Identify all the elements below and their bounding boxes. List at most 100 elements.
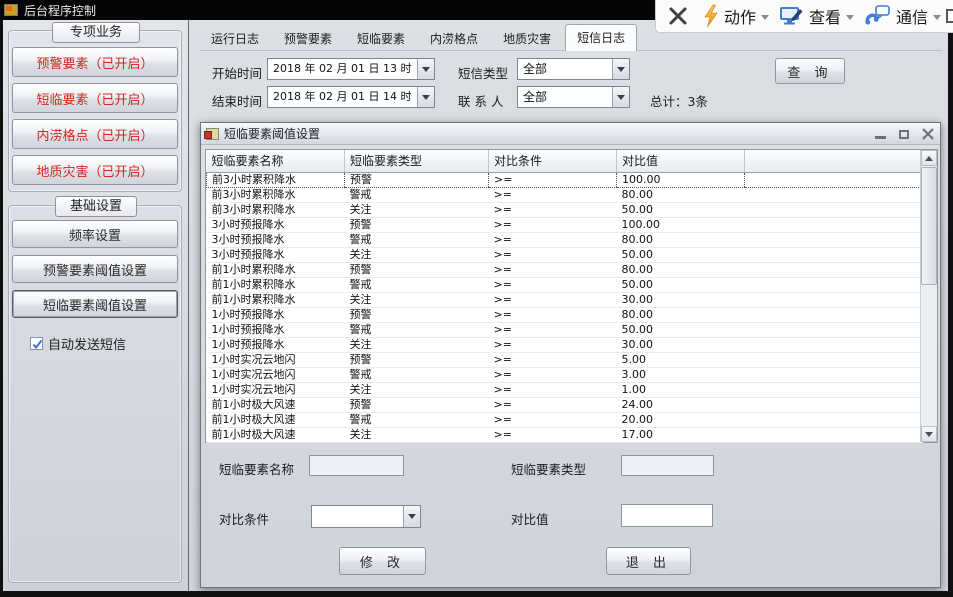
tab-run-log[interactable]: 运行日志: [200, 28, 270, 50]
edit-type-field[interactable]: [621, 455, 714, 476]
btn-warning-elements-status[interactable]: 预警要素（已开启）: [12, 47, 178, 77]
table-cell: >=: [489, 307, 617, 322]
dialog-form-icon: [206, 128, 219, 140]
table-row[interactable]: 3小时预报降水关注>=50.00: [207, 247, 923, 262]
auto-sms-checkbox[interactable]: 自动发送短信: [30, 334, 126, 353]
table-cell: 前1小时累积降水: [207, 292, 345, 307]
start-time-picker[interactable]: 2018 年 02 月 01 日 13 时: [267, 58, 435, 80]
contact-value: 全部: [518, 87, 612, 107]
table-cell: 3小时预报降水: [207, 217, 345, 232]
table-scrollbar[interactable]: [920, 150, 937, 442]
contact-combobox[interactable]: 全部: [517, 86, 630, 108]
tab-nowcast-elements[interactable]: 短临要素: [346, 28, 416, 50]
table-row[interactable]: 1小时实况云地闪警戒>=3.00: [207, 367, 923, 382]
col-header-condition[interactable]: 对比条件: [489, 150, 617, 172]
dialog-close-icon[interactable]: [922, 128, 934, 140]
table-row[interactable]: 1小时预报降水警戒>=50.00: [207, 322, 923, 337]
chevron-down-icon: [761, 15, 769, 20]
table-cell: 预警: [345, 217, 489, 232]
tab-waterlogging-grid[interactable]: 内涝格点: [419, 28, 489, 50]
scrollbar-thumb[interactable]: [921, 167, 937, 285]
dialog-maximize-icon[interactable]: [899, 130, 909, 139]
toolbar-comms-menu[interactable]: 通信: [864, 4, 941, 28]
table-cell: 前1小时极大风速: [207, 412, 345, 427]
table-row[interactable]: 1小时预报降水关注>=30.00: [207, 337, 923, 352]
start-time-label: 开始时间: [212, 63, 262, 82]
scroll-up-icon[interactable]: [921, 150, 937, 166]
table-cell: 50.00: [617, 277, 745, 292]
table-cell: 警戒: [345, 187, 489, 202]
btn-waterlogging-grid-status[interactable]: 内涝格点（已开启）: [12, 119, 178, 149]
table-row[interactable]: 前1小时极大风速警戒>=20.00: [207, 412, 923, 427]
table-row[interactable]: 1小时预报降水预警>=80.00: [207, 307, 923, 322]
dialog-title: 短临要素阈值设置: [224, 125, 320, 142]
table-cell: 1小时实况云地闪: [207, 367, 345, 382]
table-cell: 100.00: [617, 217, 745, 232]
tab-warning-elements[interactable]: 预警要素: [273, 28, 343, 50]
table-row[interactable]: 前3小时累积降水警戒>=80.00: [207, 187, 923, 202]
btn-geohazard-status[interactable]: 地质灾害（已开启）: [12, 155, 178, 185]
table-cell: [745, 382, 923, 397]
start-time-dropdown-icon[interactable]: [417, 59, 434, 79]
table-cell: [745, 367, 923, 382]
table-cell: 预警: [345, 262, 489, 277]
table-row[interactable]: 前1小时极大风速关注>=17.00: [207, 427, 923, 442]
exit-button[interactable]: 退 出: [606, 547, 691, 575]
contact-dropdown-icon[interactable]: [612, 87, 629, 107]
toolbar-view-menu[interactable]: 查看: [779, 4, 854, 28]
table-row[interactable]: 前3小时累积降水关注>=50.00: [207, 202, 923, 217]
sms-type-label: 短信类型: [458, 63, 508, 82]
basic-settings-caption: 基础设置: [55, 196, 137, 217]
dialog-minimize-icon[interactable]: [875, 136, 886, 139]
query-button[interactable]: 查 询: [775, 58, 845, 84]
tab-geo-hazard[interactable]: 地质灾害: [492, 28, 562, 50]
edit-condition-value: [312, 506, 403, 527]
edit-value-field[interactable]: [621, 504, 713, 527]
table-cell: 80.00: [617, 232, 745, 247]
table-row[interactable]: 前1小时累积降水关注>=30.00: [207, 292, 923, 307]
table-cell: 前3小时累积降水: [207, 187, 345, 202]
table-row[interactable]: 前1小时累积降水警戒>=50.00: [207, 277, 923, 292]
desktop-edge-left: [0, 20, 3, 597]
table-row[interactable]: 3小时预报降水预警>=100.00: [207, 217, 923, 232]
dialog-titlebar[interactable]: 短临要素阈值设置: [201, 123, 940, 145]
toolbar-actions-menu[interactable]: 动作: [702, 4, 769, 28]
window-icon-partial[interactable]: [946, 9, 953, 23]
end-time-dropdown-icon[interactable]: [417, 87, 434, 107]
checkbox-icon[interactable]: [30, 337, 43, 350]
end-time-picker[interactable]: 2018 年 02 月 01 日 14 时: [267, 86, 435, 108]
table-row[interactable]: 前1小时累积降水预警>=80.00: [207, 262, 923, 277]
window-title: 后台程序控制: [24, 2, 96, 19]
edit-condition-dropdown-icon[interactable]: [403, 506, 420, 527]
table-row[interactable]: 1小时实况云地闪关注>=1.00: [207, 382, 923, 397]
edit-name-field[interactable]: [309, 455, 404, 476]
btn-frequency-settings[interactable]: 频率设置: [12, 220, 178, 248]
table-row[interactable]: 3小时预报降水警戒>=80.00: [207, 232, 923, 247]
col-header-name[interactable]: 短临要素名称: [207, 150, 345, 172]
table-cell: >=: [489, 262, 617, 277]
col-header-value[interactable]: 对比值: [617, 150, 745, 172]
table-row[interactable]: 1小时实况云地闪预警>=5.00: [207, 352, 923, 367]
modify-button[interactable]: 修 改: [339, 547, 426, 575]
chevron-down-icon: [846, 15, 854, 20]
sms-type-combobox[interactable]: 全部: [517, 58, 630, 80]
col-header-type[interactable]: 短临要素类型: [345, 150, 489, 172]
toolbar-close-button[interactable]: [668, 6, 688, 26]
tab-sms-log[interactable]: 短信日志: [565, 24, 637, 51]
scroll-down-icon[interactable]: [921, 426, 937, 442]
table-row[interactable]: 前1小时极大风速预警>=24.00: [207, 397, 923, 412]
table-cell: 关注: [345, 337, 489, 352]
threshold-table-body: 前3小时累积降水预警>=100.00前3小时累积降水警戒>=80.00前3小时累…: [207, 172, 923, 442]
sms-type-dropdown-icon[interactable]: [612, 59, 629, 79]
edit-value-label: 对比值: [511, 509, 549, 528]
btn-nowcast-threshold-settings[interactable]: 短临要素阈值设置: [12, 290, 178, 318]
btn-nowcast-elements-status[interactable]: 短临要素（已开启）: [12, 83, 178, 113]
start-time-value: 2018 年 02 月 01 日 13 时: [268, 59, 417, 79]
edit-condition-combobox[interactable]: [311, 505, 421, 528]
monitor-icon: [779, 5, 804, 27]
toolbar-comms-label: 通信: [896, 4, 928, 28]
table-cell: >=: [489, 247, 617, 262]
btn-warning-threshold-settings[interactable]: 预警要素阈值设置: [12, 255, 178, 283]
table-row[interactable]: 前3小时累积降水预警>=100.00: [207, 172, 923, 187]
table-cell: [745, 322, 923, 337]
